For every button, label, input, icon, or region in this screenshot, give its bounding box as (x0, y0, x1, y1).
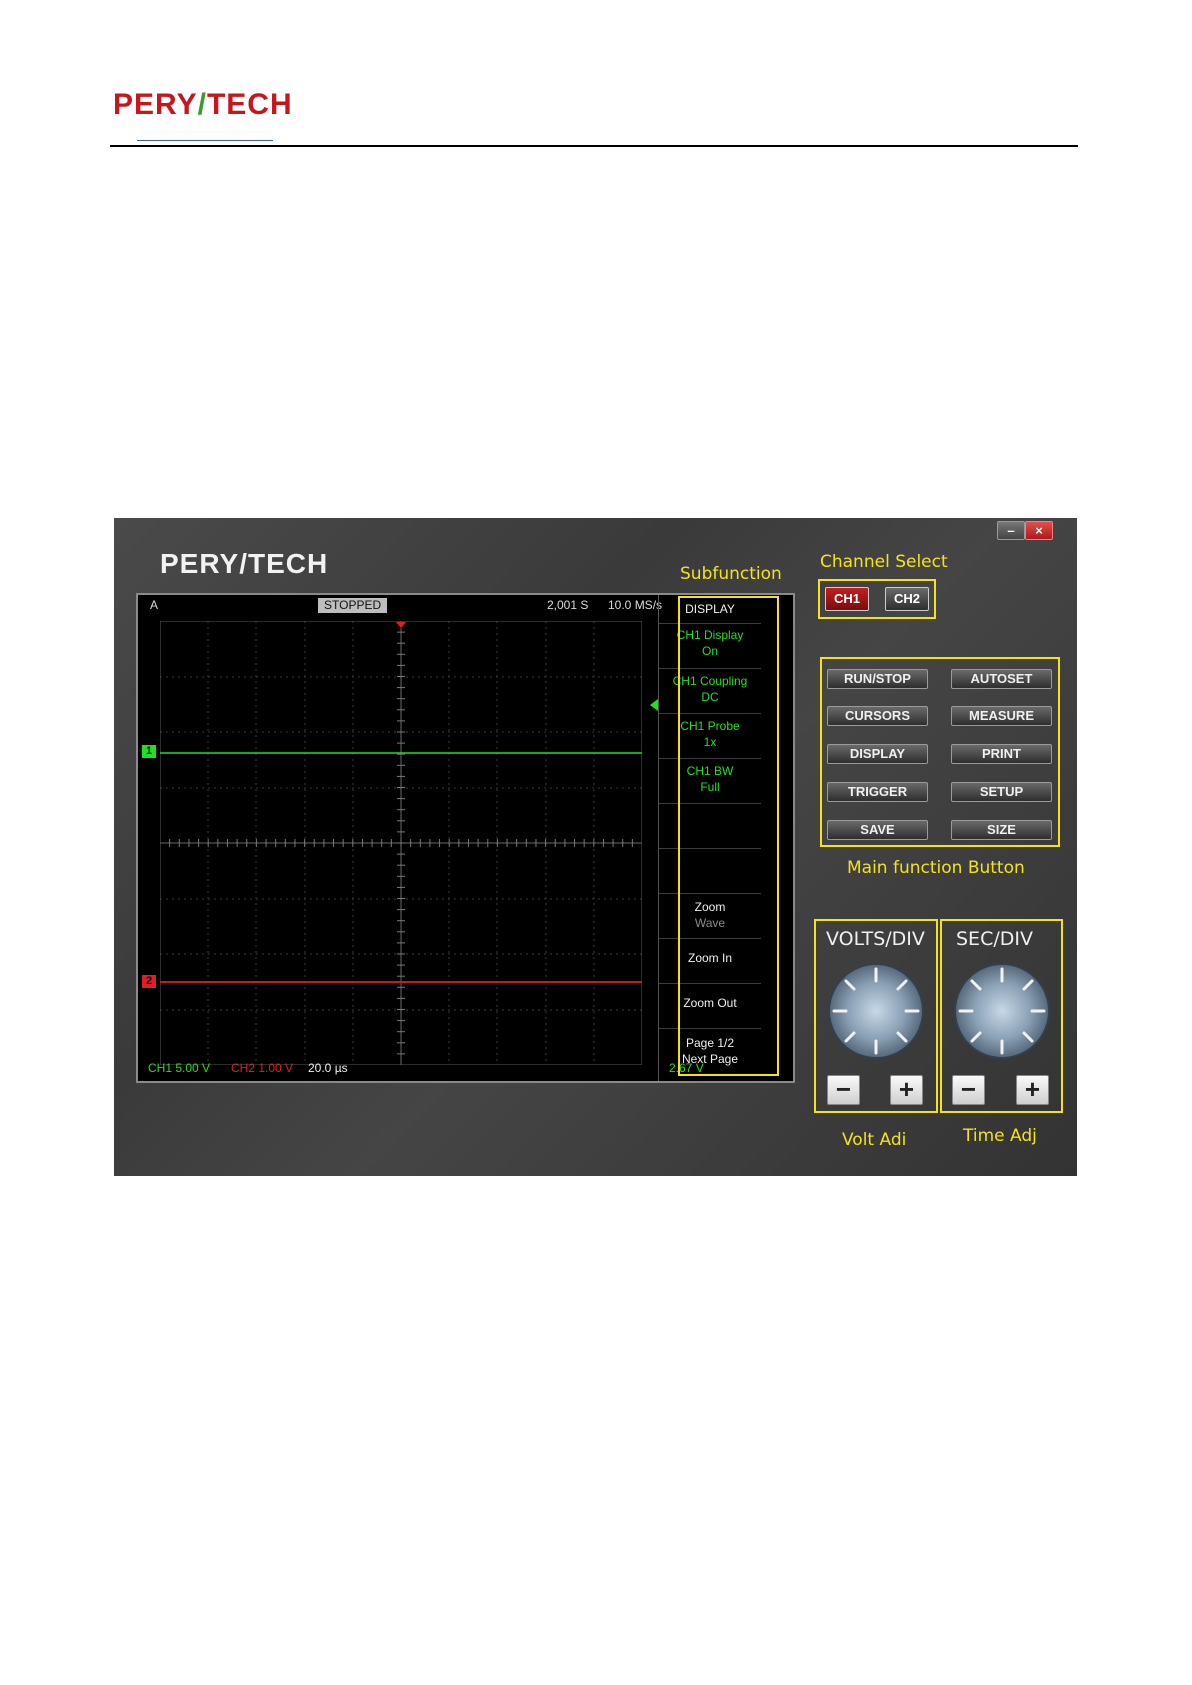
ch1-button[interactable]: CH1 (825, 587, 869, 611)
close-button[interactable]: × (1025, 521, 1053, 540)
sec-div-label: SEC/DIV (956, 928, 1033, 950)
app-logo-slash: / (239, 548, 248, 579)
save-button[interactable]: SAVE (827, 820, 928, 840)
run-stop-button[interactable]: RUN/STOP (827, 669, 928, 689)
size-button[interactable]: SIZE (951, 820, 1052, 840)
oscilloscope-window: PERY/TECH – × Subfunction Channel Select… (114, 518, 1077, 1176)
logo-text-left: PERY (113, 88, 198, 121)
subfunction-highlight (678, 596, 779, 1076)
ch2-marker[interactable]: 2 (142, 975, 156, 988)
volts-minus-button[interactable]: − (827, 1075, 860, 1105)
trigger-level-marker[interactable] (650, 699, 658, 711)
minimize-button[interactable]: – (997, 521, 1025, 540)
timebase-readout: 20.0 µs (308, 1061, 348, 1075)
perytech-logo: PERY/TECH (113, 88, 293, 122)
autoset-button[interactable]: AUTOSET (951, 669, 1052, 689)
status-badge: STOPPED (318, 598, 388, 613)
trigger-button[interactable]: TRIGGER (827, 782, 928, 802)
sec-minus-button[interactable]: − (952, 1075, 985, 1105)
volt-adj-annotation: Volt Adi (842, 1130, 907, 1150)
header-link-underline (137, 140, 273, 141)
ch1-scale: CH1 5.00 V (148, 1061, 211, 1075)
waveform-grid (160, 621, 642, 1065)
app-logo-right: TECH (248, 548, 329, 579)
app-logo-left: PERY (160, 548, 240, 579)
volts-plus-button[interactable]: + (890, 1075, 923, 1105)
main-function-annotation: Main function Button (847, 858, 1025, 878)
mode-label: A (150, 598, 159, 612)
sample-rate: 10.0 MS/s (608, 598, 663, 612)
volts-div-label: VOLTS/DIV (826, 928, 925, 950)
cursors-button[interactable]: CURSORS (827, 706, 928, 726)
logo-slash: / (197, 88, 207, 121)
sec-plus-button[interactable]: + (1016, 1075, 1049, 1105)
channel-select-annotation: Channel Select (820, 552, 948, 572)
header-rule (110, 145, 1078, 147)
ch2-scale: CH2 1.00 V (231, 1061, 294, 1075)
volts-div-knob[interactable] (826, 961, 926, 1061)
display-button[interactable]: DISPLAY (827, 744, 928, 764)
trigger-position-marker (396, 622, 406, 628)
time-adj-annotation: Time Adj (963, 1126, 1037, 1146)
sample-count: 2,001 S (547, 598, 589, 612)
measure-button[interactable]: MEASURE (951, 706, 1052, 726)
app-logo: PERY/TECH (160, 548, 328, 580)
ch1-marker[interactable]: 1 (142, 745, 156, 758)
subfunction-annotation: Subfunction (680, 564, 782, 584)
sec-div-knob[interactable] (952, 961, 1052, 1061)
logo-text-right: TECH (206, 88, 293, 121)
print-button[interactable]: PRINT (951, 744, 1052, 764)
ch2-button[interactable]: CH2 (885, 587, 929, 611)
setup-button[interactable]: SETUP (951, 782, 1052, 802)
